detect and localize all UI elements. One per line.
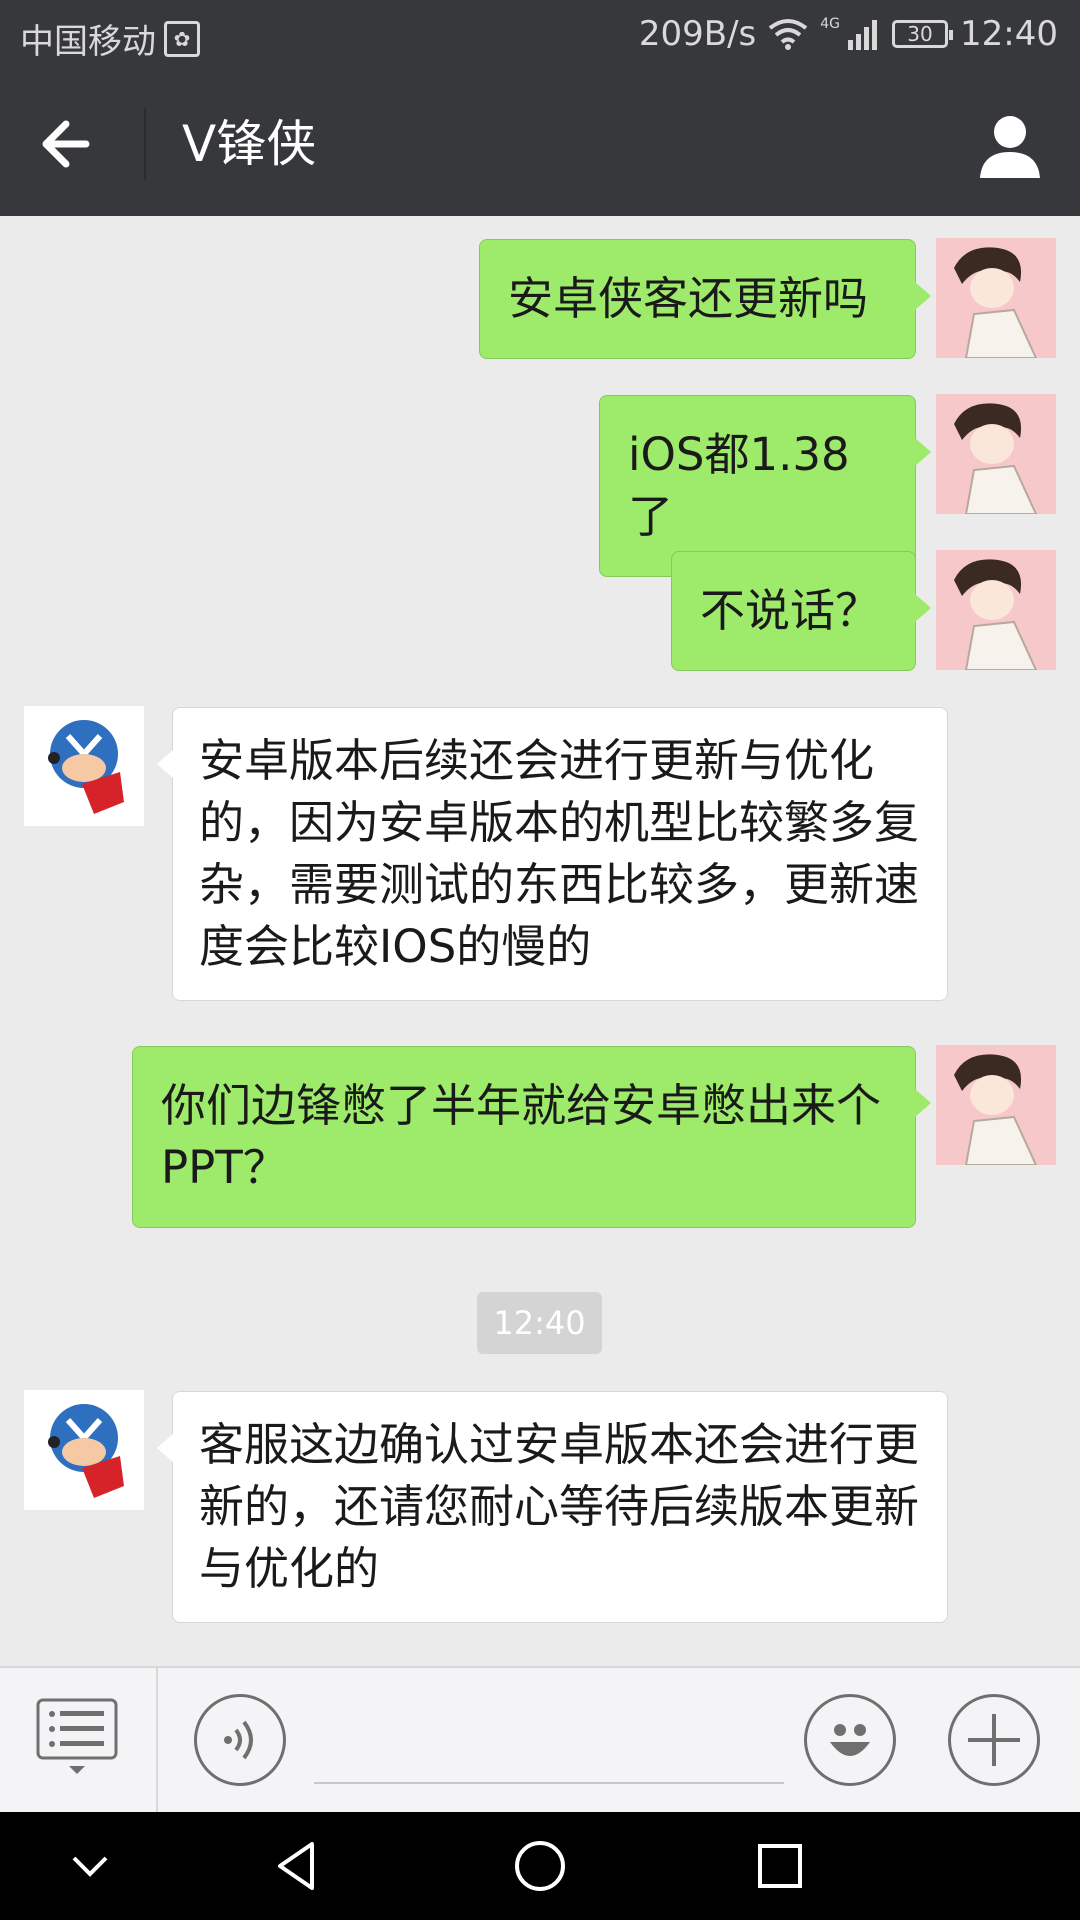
- network-speed: 209B/s: [638, 14, 757, 54]
- message-bubble-outgoing[interactable]: 你们边锋憋了半年就给安卓憋出来个PPT？: [132, 1046, 931, 1228]
- service-avatar[interactable]: [24, 1390, 144, 1510]
- input-divider: [156, 1668, 158, 1814]
- status-bar: 中国移动 ✿ 209B/s 4G 30 12:40: [0, 0, 1080, 72]
- my-avatar[interactable]: [936, 238, 1056, 358]
- input-bar: [0, 1666, 1080, 1814]
- mascot-avatar-icon: [24, 1390, 144, 1510]
- message-bubble-outgoing[interactable]: iOS都1.38了: [599, 395, 931, 577]
- user-avatar-icon: [936, 550, 1056, 670]
- menu-toggle-icon[interactable]: [36, 1698, 118, 1778]
- nav-back-icon[interactable]: [270, 1836, 330, 1896]
- clock: 12:40: [960, 14, 1058, 54]
- message-text: 安卓版本后续还会进行更新与优化的，因为安卓版本的机型比较繁多复杂，需要测试的东西…: [199, 734, 920, 973]
- title-divider: [144, 108, 146, 180]
- status-left: 中国移动 ✿: [20, 14, 200, 63]
- plus-icon: [968, 1714, 1020, 1766]
- chat-title: V锋侠: [182, 115, 317, 173]
- network-type: 4G: [820, 16, 841, 32]
- message-text: 客服这边确认过安卓版本还会进行更新的，还请您耐心等待后续版本更新与优化的: [199, 1418, 920, 1595]
- mascot-avatar-icon: [24, 706, 144, 826]
- user-avatar-icon: [936, 1045, 1056, 1165]
- contact-profile-icon[interactable]: [976, 112, 1044, 180]
- status-right: 209B/s 4G 30 12:40: [639, 14, 1058, 54]
- user-avatar-icon: [936, 394, 1056, 514]
- message-text: iOS都1.38了: [628, 428, 850, 543]
- my-avatar[interactable]: [936, 394, 1056, 514]
- message-text: 安卓侠客还更新吗: [508, 272, 869, 325]
- chevron-down-icon[interactable]: [60, 1836, 120, 1896]
- more-button[interactable]: [948, 1694, 1040, 1786]
- message-bubble-incoming[interactable]: 安卓版本后续还会进行更新与优化的，因为安卓版本的机型比较繁多复杂，需要测试的东西…: [157, 707, 948, 1001]
- system-nav-bar: [0, 1812, 1080, 1920]
- huawei-app-icon: ✿: [164, 20, 200, 57]
- message-bubble-outgoing[interactable]: 不说话？: [671, 551, 931, 671]
- message-input[interactable]: [314, 1710, 784, 1784]
- message-bubble-incoming[interactable]: 客服这边确认过安卓版本还会进行更新的，还请您耐心等待后续版本更新与优化的: [157, 1391, 948, 1623]
- back-arrow-icon[interactable]: [36, 112, 108, 176]
- message-timestamp: 12:40: [477, 1292, 602, 1354]
- message-text: 你们边锋憋了半年就给安卓憋出来个PPT？: [161, 1079, 882, 1194]
- title-bar: V锋侠: [0, 72, 1080, 216]
- service-avatar[interactable]: [24, 706, 144, 826]
- user-avatar-icon: [936, 238, 1056, 358]
- my-avatar[interactable]: [936, 550, 1056, 670]
- carrier-name: 中国移动: [20, 22, 156, 62]
- battery-level: 30: [907, 22, 933, 46]
- wifi-icon: [769, 19, 808, 50]
- nav-recents-icon[interactable]: [750, 1836, 810, 1896]
- message-text: 不说话？: [700, 584, 881, 637]
- voice-button[interactable]: [194, 1694, 286, 1786]
- battery-icon: 30: [892, 20, 954, 48]
- nav-home-icon[interactable]: [510, 1836, 570, 1896]
- smiley-icon: [830, 1724, 870, 1756]
- emoji-button[interactable]: [804, 1694, 896, 1786]
- message-bubble-outgoing[interactable]: 安卓侠客还更新吗: [479, 239, 931, 359]
- my-avatar[interactable]: [936, 1045, 1056, 1165]
- voice-icon: [224, 1720, 253, 1760]
- signal-icon: [848, 20, 878, 50]
